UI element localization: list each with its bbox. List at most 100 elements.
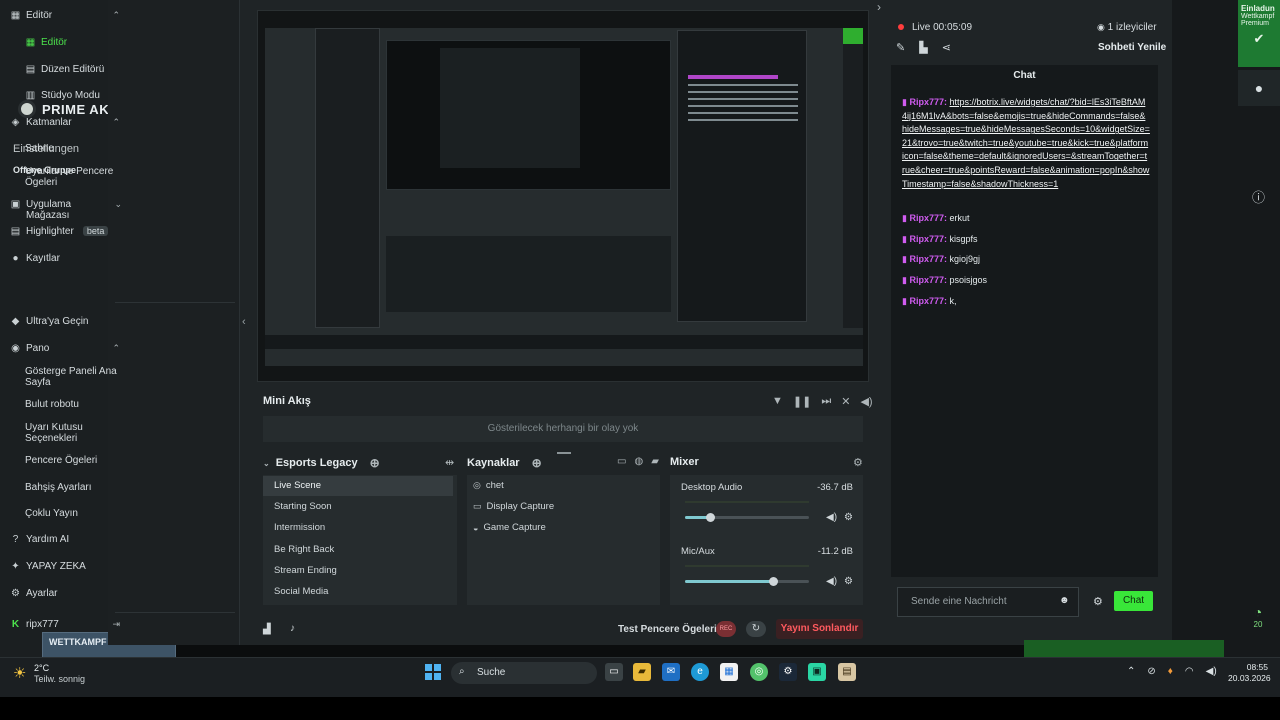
weather-temperature[interactable]: 2°C <box>34 663 49 673</box>
timer-icon: ◔ <box>1253 604 1263 620</box>
record-button[interactable]: REC <box>716 621 736 637</box>
bell-icon[interactable]: ♪ <box>290 623 295 634</box>
share-icon[interactable]: ⋖ <box>942 41 951 54</box>
weather-sun-icon[interactable]: ☀ <box>13 664 26 682</box>
mini-feed-empty-message: Gösterilecek herhangi bir olay yok <box>263 416 863 442</box>
mini-feed-title: Mini Akış <box>263 395 311 407</box>
sidebar-item-tip-settings[interactable]: Bahşiş Ayarları <box>0 482 130 493</box>
group-icon[interactable]: ▭ <box>617 456 626 467</box>
microphone-icon[interactable]: ♦ <box>1168 666 1173 677</box>
preview-nested-docks <box>386 236 671 312</box>
volume-slider-knob[interactable] <box>706 513 715 522</box>
filter-icon[interactable]: ▼ <box>772 395 783 408</box>
chevron-up-icon[interactable]: ⌃ <box>1127 666 1135 677</box>
chat-message-input[interactable]: Sende eine Nachricht <box>897 587 1079 617</box>
taskbar-search[interactable]: Suche <box>451 662 597 684</box>
sidebar-item-multistream[interactable]: Çoklu Yayın <box>0 508 130 519</box>
sidebar-item-layout-editor[interactable]: ▤ Düzen Editörü <box>0 64 130 75</box>
collapse-chat-icon[interactable]: › <box>877 0 881 14</box>
sidebar-item-alerts[interactable]: Uyarılar ve Pencere Ögeleri <box>0 166 128 188</box>
send-chat-button[interactable]: Chat <box>1114 591 1153 611</box>
user-icon[interactable]: ● <box>1238 70 1280 106</box>
scene-item[interactable]: Be Right Back <box>263 540 453 560</box>
sidebar-item-panel[interactable]: ◉ Pano ⌃ <box>0 343 130 354</box>
sidebar-item-help-ai[interactable]: ? Yardım AI <box>0 534 130 545</box>
sidebar-item-scene[interactable]: Sahne <box>0 143 130 154</box>
speaker-icon[interactable]: ◀) <box>1206 666 1217 677</box>
scene-item[interactable]: Live Scene <box>263 476 453 496</box>
taskbar-clock[interactable]: 08:55 20.03.2026 <box>1228 662 1271 684</box>
replay-buffer-button[interactable]: ↻ <box>746 621 766 637</box>
volume-slider-knob[interactable] <box>769 577 778 586</box>
sidebar-item-cloudbot[interactable]: Bulut robotu <box>0 399 130 410</box>
sidebar-item-recordings[interactable]: ● Kayıtlar <box>0 253 130 264</box>
add-scene-icon[interactable]: ⊕ <box>370 456 380 470</box>
network-off-icon[interactable]: ⊘ <box>1147 666 1155 677</box>
invite-banner[interactable]: Einladun Wettkampf Premium ✔ <box>1238 0 1280 67</box>
wifi-icon[interactable]: ◠ <box>1185 666 1194 677</box>
edge-icon[interactable]: e <box>691 663 709 681</box>
streamlabs-icon[interactable]: ◎ <box>750 663 768 681</box>
skip-icon[interactable]: ⏭ <box>821 395 831 408</box>
mute-alerts-icon[interactable]: ✕ <box>841 395 850 408</box>
windows-start-icon[interactable] <box>425 664 441 680</box>
steam-icon[interactable]: ⚙ <box>779 663 797 681</box>
refresh-chat-button[interactable]: Sohbeti Yenile <box>1098 42 1166 53</box>
volume-icon[interactable]: ◀) <box>860 395 872 408</box>
gear-icon[interactable]: ⚙ <box>844 512 853 523</box>
scene-item[interactable]: Stream Ending <box>263 561 453 581</box>
task-view-icon[interactable]: ▭ <box>605 663 623 681</box>
chevron-up-icon: ⌃ <box>112 343 120 353</box>
brand-logo-icon <box>18 100 36 118</box>
chat-settings-icon[interactable]: ⚙ <box>1093 595 1103 608</box>
sidebar-item-dashboard[interactable]: Gösterge Paneli Ana Sayfa <box>0 366 128 388</box>
scene-collection-title[interactable]: Esports Legacy <box>276 457 358 469</box>
kick-app-icon[interactable]: ▣ <box>808 663 826 681</box>
end-stream-button[interactable]: Yayını Sonlandır <box>776 619 863 639</box>
stats-icon[interactable]: ▟ <box>263 624 271 635</box>
sidebar-item-editor[interactable]: ▦ Editör <box>0 37 130 48</box>
mini-feed-tools: ▼ ❚❚ ⏭ ✕ ◀) <box>772 395 873 408</box>
sidebar-item-alertbox[interactable]: Uyarı Kutusu Seçenekleri <box>0 422 128 444</box>
source-item[interactable]: ◎ chet <box>473 480 504 491</box>
speaker-icon[interactable]: ◀) <box>826 576 837 587</box>
chat-link[interactable]: https://botrix.live/widgets/chat/?bid=lE… <box>902 97 1150 189</box>
chevron-down-icon[interactable]: ⌄ <box>263 459 270 468</box>
clapper-icon[interactable]: ▙ <box>919 41 927 54</box>
sidebar-item-settings[interactable]: ⚙ Ayarlar <box>0 588 130 599</box>
store-icon[interactable]: ▦ <box>720 663 738 681</box>
weather-description[interactable]: Teilw. sonnig <box>34 674 85 684</box>
sidebar-item-editor-group[interactable]: ▦ Editör ⌃ <box>0 10 130 21</box>
folder-icon[interactable]: ▰ <box>651 456 659 467</box>
emoji-icon[interactable]: ☻ <box>1059 595 1070 606</box>
source-item[interactable]: ◒ Game Capture <box>473 522 546 533</box>
scene-item[interactable]: Intermission <box>263 518 453 538</box>
pause-icon[interactable]: ❚❚ <box>793 395 811 408</box>
scene-item[interactable]: Social Media <box>263 582 453 602</box>
beta-badge: beta <box>82 226 109 236</box>
sidebar-item-highlighter[interactable]: ▤ Highlighter beta <box>0 226 130 237</box>
collapse-sidebar-icon[interactable]: ‹ <box>242 316 246 328</box>
edit-icon[interactable]: ✎ <box>896 41 905 54</box>
gear-icon[interactable]: ⚙ <box>844 576 853 587</box>
outlook-icon[interactable]: ✉ <box>662 663 680 681</box>
sidebar-item-layers[interactable]: ◈ Katmanlar ⌃ <box>0 117 130 128</box>
add-source-icon[interactable]: ⊕ <box>532 456 542 470</box>
file-explorer-icon[interactable]: ▰ <box>633 663 651 681</box>
sidebar-item-app-store[interactable]: ▣ Uygulama Mağazası ⌄ <box>0 199 130 221</box>
eye-icon[interactable]: ◍ <box>634 456 643 467</box>
test-widgets-button[interactable]: Test Pencere Ögeleri <box>618 624 717 635</box>
scene-item[interactable]: Starting Soon <box>263 497 453 517</box>
sidebar-item-ultra[interactable]: ◆ Ultra'ya Geçin <box>0 316 130 327</box>
sidebar-item-studio-mode[interactable]: ▥ Stüdyo Modu <box>0 90 130 101</box>
app-icon[interactable]: ▤ <box>838 663 856 681</box>
scene-transitions-icon[interactable]: ⇹ <box>445 456 454 469</box>
sidebar-item-user[interactable]: Kripx777 ⇥ <box>0 619 130 630</box>
sidebar-item-widgets[interactable]: Pencere Ögeleri <box>0 455 130 466</box>
sidebar-item-ai[interactable]: ✦ YAPAY ZEKA <box>0 561 130 572</box>
info-icon[interactable]: ⓘ <box>1252 187 1265 206</box>
source-item[interactable]: ▭ Display Capture <box>473 501 554 512</box>
mixer-settings-icon[interactable]: ⚙ <box>853 456 863 469</box>
speaker-icon[interactable]: ◀) <box>826 512 837 523</box>
resize-handle[interactable] <box>557 452 571 454</box>
